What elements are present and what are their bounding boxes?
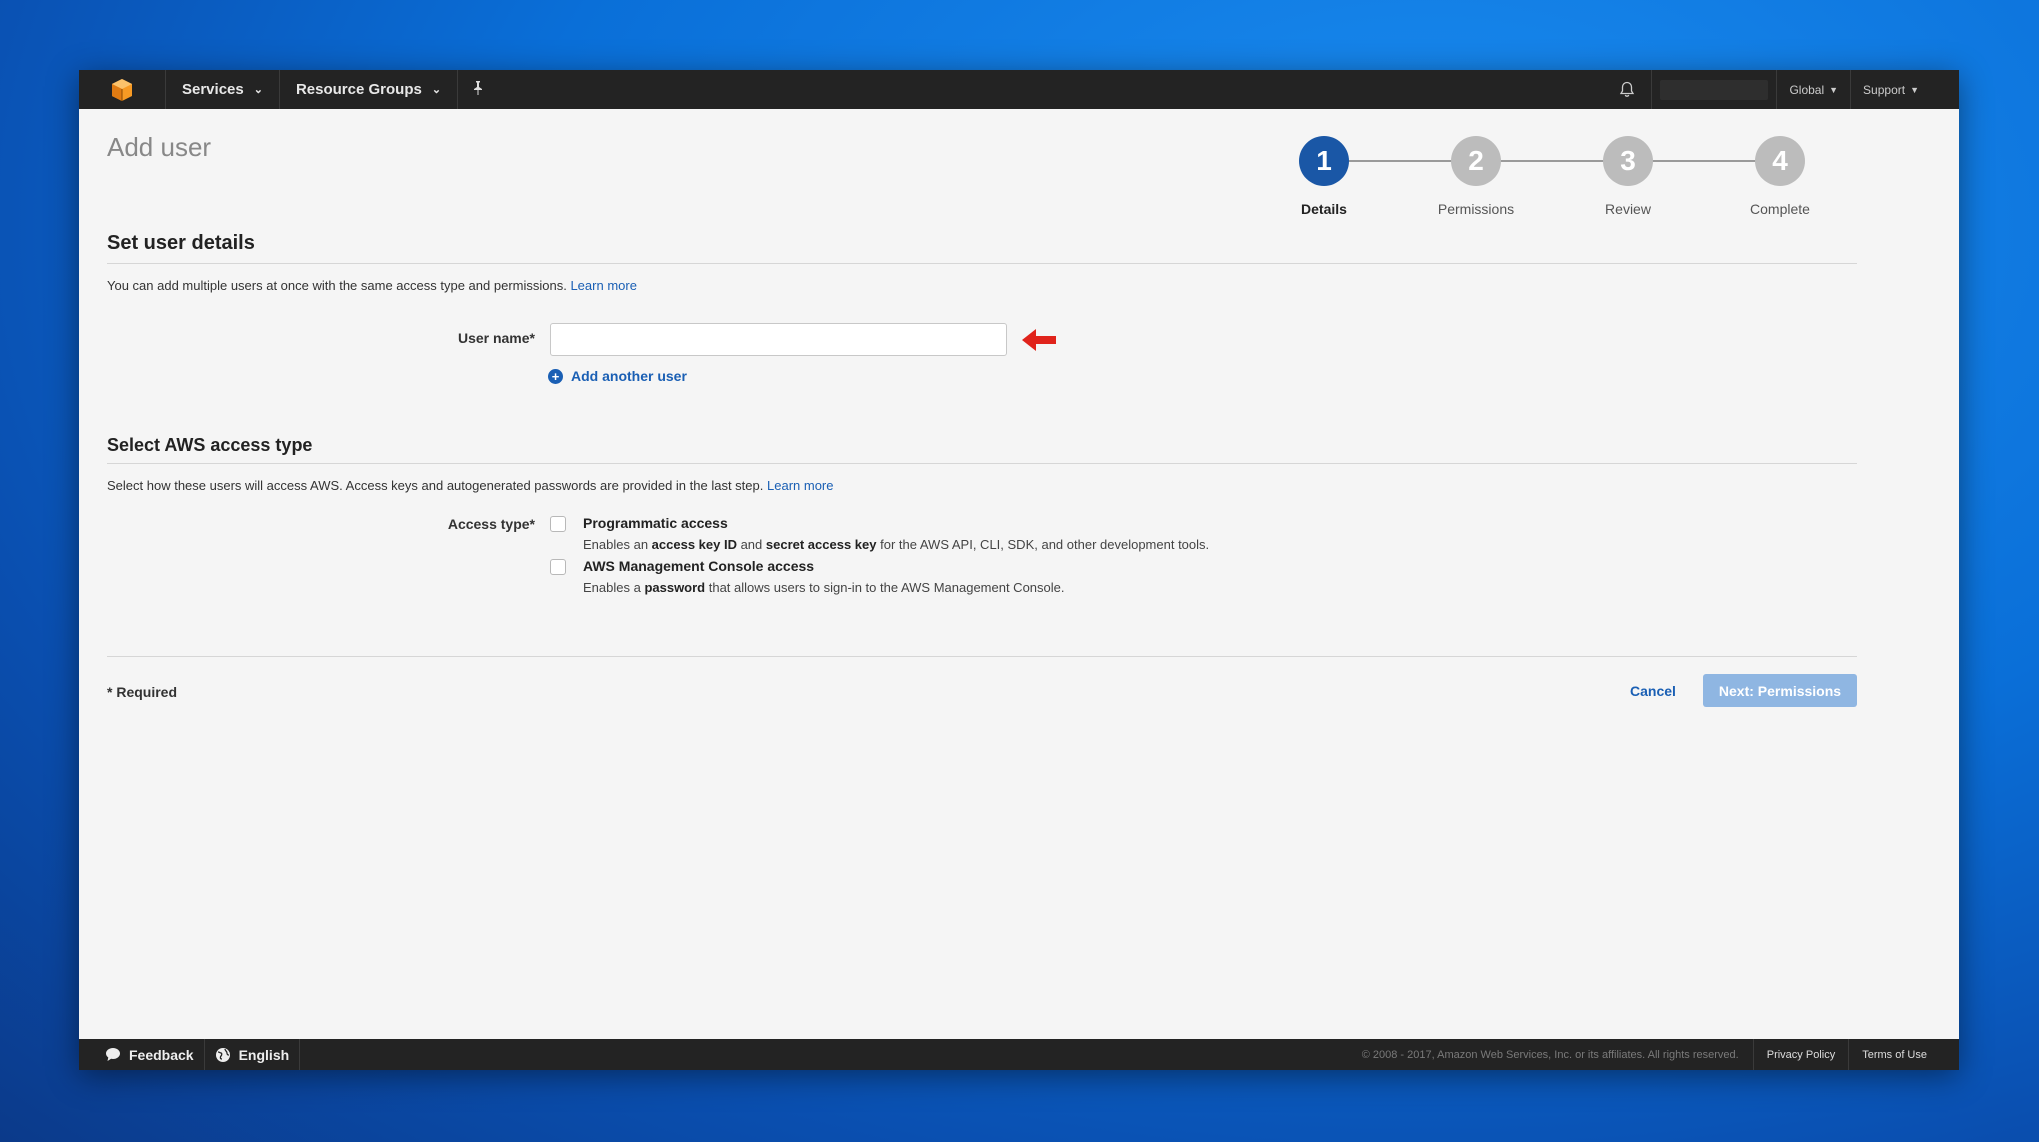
step-label: Details	[1301, 201, 1347, 217]
desc-part: Enables an	[583, 537, 652, 552]
step-label: Complete	[1750, 201, 1810, 217]
desc-bold: password	[644, 580, 706, 595]
console-window: Services ⌄ Resource Groups ⌄ Global ▼ Su…	[79, 70, 1959, 1070]
support-label: Support	[1863, 82, 1906, 97]
language-label: English	[238, 1046, 290, 1063]
step-number: 2	[1451, 136, 1501, 186]
required-note: * Required	[107, 684, 178, 700]
add-another-user-label: Add another user	[571, 368, 687, 384]
services-menu[interactable]: Services ⌄	[165, 70, 280, 109]
access-type-label: Access type*	[447, 516, 535, 532]
chevron-down-icon: ⌄	[431, 84, 442, 96]
section-title-access-type: Select AWS access type	[107, 435, 313, 455]
step-number: 3	[1603, 136, 1653, 186]
pin-icon[interactable]	[458, 80, 498, 99]
wizard-step-details: 1 Details	[1254, 136, 1394, 217]
privacy-policy-link[interactable]: Privacy Policy	[1752, 1039, 1848, 1070]
wizard-step-permissions: 2 Permissions	[1406, 136, 1546, 217]
region-label: Global	[1789, 82, 1825, 97]
globe-icon	[215, 1047, 230, 1062]
support-menu[interactable]: Support ▼	[1850, 70, 1959, 109]
plus-circle-icon: +	[548, 368, 563, 384]
option-text: Programmatic access Enables an access ke…	[583, 515, 1209, 552]
footer-bar: Feedback English © 2008 - 2017, Amazon W…	[79, 1039, 1959, 1070]
desc-part: for the AWS API, CLI, SDK, and other dev…	[876, 537, 1210, 552]
step-number: 4	[1755, 136, 1805, 186]
divider	[107, 263, 1857, 264]
region-menu[interactable]: Global ▼	[1776, 70, 1850, 109]
aws-cube-icon[interactable]	[105, 76, 139, 104]
wizard-step-complete: 4 Complete	[1710, 136, 1850, 217]
description-text: You can add multiple users at once with …	[107, 278, 567, 293]
caret-down-icon: ▼	[1910, 84, 1919, 95]
desc-bold: secret access key	[765, 537, 877, 552]
wizard-steps: 1 Details 2 Permissions 3 Review 4 Compl…	[1299, 136, 1829, 226]
username-label: User name*	[457, 330, 535, 346]
desc-bold: access key ID	[651, 537, 737, 552]
programmatic-access-checkbox[interactable]	[550, 516, 566, 532]
annotation-arrow-icon	[1022, 328, 1056, 357]
bell-icon[interactable]	[1603, 70, 1653, 109]
desc-part: that allows users to sign-in to the AWS …	[705, 580, 1065, 595]
resource-groups-label: Resource Groups	[295, 81, 422, 98]
option-console-access: AWS Management Console access Enables a …	[550, 558, 1065, 595]
next-permissions-button[interactable]: Next: Permissions	[1703, 674, 1857, 707]
divider	[107, 656, 1857, 657]
terms-of-use-link[interactable]: Terms of Use	[1848, 1039, 1959, 1070]
option-description: Enables a password that allows users to …	[583, 580, 1065, 595]
user-details-description: You can add multiple users at once with …	[107, 278, 637, 293]
desc-part: Enables a	[583, 580, 645, 595]
resource-groups-menu[interactable]: Resource Groups ⌄	[280, 70, 459, 109]
nav-right-group: Global ▼ Support ▼	[1603, 70, 1959, 109]
wizard-step-review: 3 Review	[1558, 136, 1698, 217]
option-title: Programmatic access	[583, 515, 728, 531]
description-text: Select how these users will access AWS. …	[107, 478, 764, 493]
chevron-down-icon: ⌄	[253, 84, 263, 96]
console-access-checkbox[interactable]	[550, 559, 566, 575]
desc-part: and	[736, 537, 766, 552]
page-title: Add user	[107, 132, 212, 162]
option-programmatic-access: Programmatic access Enables an access ke…	[550, 515, 1209, 552]
option-description: Enables an access key ID and secret acce…	[583, 537, 1209, 552]
copyright-text: © 2008 - 2017, Amazon Web Services, Inc.…	[1361, 1048, 1739, 1061]
feedback-button[interactable]: Feedback	[79, 1039, 205, 1070]
learn-more-link[interactable]: Learn more	[767, 478, 833, 493]
top-navigation-bar: Services ⌄ Resource Groups ⌄ Global ▼ Su…	[79, 70, 1959, 109]
language-selector[interactable]: English	[205, 1039, 301, 1070]
step-number: 1	[1299, 136, 1349, 186]
divider	[107, 463, 1857, 464]
section-title-user-details: Set user details	[107, 232, 255, 254]
chat-bubble-icon	[106, 1048, 120, 1061]
services-label: Services	[182, 81, 244, 98]
option-text: AWS Management Console access Enables a …	[583, 558, 1065, 595]
step-label: Review	[1605, 201, 1651, 217]
add-another-user-link[interactable]: + Add another user	[548, 368, 687, 384]
feedback-label: Feedback	[129, 1046, 194, 1063]
option-title: AWS Management Console access	[583, 558, 815, 574]
caret-down-icon: ▼	[1829, 84, 1839, 95]
learn-more-link[interactable]: Learn more	[570, 278, 636, 293]
cancel-button[interactable]: Cancel	[1630, 683, 1676, 699]
username-input[interactable]	[550, 323, 1007, 356]
access-type-description: Select how these users will access AWS. …	[107, 478, 833, 493]
step-label: Permissions	[1437, 201, 1515, 217]
account-menu[interactable]	[1660, 79, 1769, 100]
